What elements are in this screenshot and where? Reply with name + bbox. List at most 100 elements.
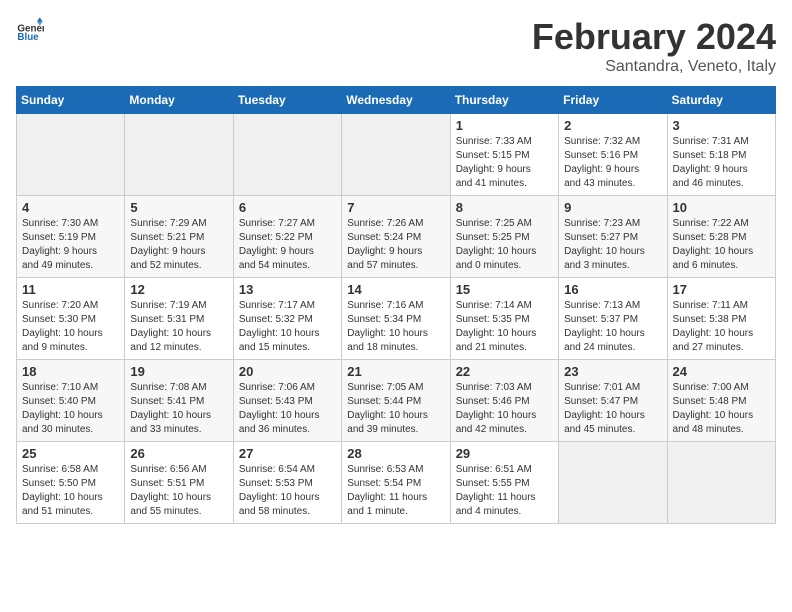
day-number: 4 <box>22 200 119 215</box>
day-number: 14 <box>347 282 444 297</box>
main-title: February 2024 <box>532 16 776 58</box>
calendar-day-cell: 1 Sunrise: 7:33 AM Sunset: 5:15 PM Daylig… <box>450 114 558 196</box>
day-info: Sunrise: 7:16 AM Sunset: 5:34 PM Dayligh… <box>347 299 444 355</box>
header: General Blue February 2024 Santandra, Ve… <box>16 16 776 76</box>
day-number: 22 <box>456 364 553 379</box>
calendar-day-cell: 3 Sunrise: 7:31 AM Sunset: 5:18 PM Daylig… <box>667 114 775 196</box>
day-number: 26 <box>130 446 227 461</box>
calendar-day-cell: 29 Sunrise: 6:51 AM Sunset: 5:55 PM Dayli… <box>450 442 558 524</box>
day-number: 23 <box>564 364 661 379</box>
calendar-day-cell <box>342 114 450 196</box>
calendar-day-cell: 7 Sunrise: 7:26 AM Sunset: 5:24 PM Daylig… <box>342 196 450 278</box>
calendar-day-cell: 12 Sunrise: 7:19 AM Sunset: 5:31 PM Dayli… <box>125 278 233 360</box>
day-number: 19 <box>130 364 227 379</box>
day-info: Sunrise: 7:30 AM Sunset: 5:19 PM Dayligh… <box>22 217 119 273</box>
day-info: Sunrise: 7:00 AM Sunset: 5:48 PM Dayligh… <box>673 381 770 437</box>
calendar-day-cell: 9 Sunrise: 7:23 AM Sunset: 5:27 PM Daylig… <box>559 196 667 278</box>
day-number: 6 <box>239 200 336 215</box>
day-info: Sunrise: 7:05 AM Sunset: 5:44 PM Dayligh… <box>347 381 444 437</box>
calendar-day-cell: 5Sunrise: 7:29 AM Sunset: 5:21 PM Daylig… <box>125 196 233 278</box>
day-info: Sunrise: 7:03 AM Sunset: 5:46 PM Dayligh… <box>456 381 553 437</box>
calendar-day-cell <box>17 114 125 196</box>
logo-icon: General Blue <box>16 16 44 44</box>
day-info: Sunrise: 7:22 AM Sunset: 5:28 PM Dayligh… <box>673 217 770 273</box>
title-area: February 2024 Santandra, Veneto, Italy <box>532 16 776 76</box>
calendar-day-cell: 24 Sunrise: 7:00 AM Sunset: 5:48 PM Dayli… <box>667 360 775 442</box>
calendar-day-cell <box>125 114 233 196</box>
logo: General Blue <box>16 16 44 44</box>
day-number: 27 <box>239 446 336 461</box>
calendar-header-cell: Friday <box>559 87 667 114</box>
day-number: 24 <box>673 364 770 379</box>
calendar-header-row: SundayMondayTuesdayWednesdayThursdayFrid… <box>17 87 776 114</box>
day-info: Sunrise: 7:11 AM Sunset: 5:38 PM Dayligh… <box>673 299 770 355</box>
day-info: Sunrise: 7:14 AM Sunset: 5:35 PM Dayligh… <box>456 299 553 355</box>
day-info: Sunrise: 7:19 AM Sunset: 5:31 PM Dayligh… <box>130 299 227 355</box>
day-number: 15 <box>456 282 553 297</box>
calendar-day-cell <box>559 442 667 524</box>
day-info: Sunrise: 7:27 AM Sunset: 5:22 PM Dayligh… <box>239 217 336 273</box>
day-number: 11 <box>22 282 119 297</box>
day-number: 9 <box>564 200 661 215</box>
calendar-table: SundayMondayTuesdayWednesdayThursdayFrid… <box>16 86 776 524</box>
day-info: Sunrise: 7:25 AM Sunset: 5:25 PM Dayligh… <box>456 217 553 273</box>
calendar-day-cell: 23 Sunrise: 7:01 AM Sunset: 5:47 PM Dayli… <box>559 360 667 442</box>
calendar-week-row: 4 Sunrise: 7:30 AM Sunset: 5:19 PM Daylig… <box>17 196 776 278</box>
calendar-body: 1 Sunrise: 7:33 AM Sunset: 5:15 PM Daylig… <box>17 114 776 524</box>
calendar-day-cell: 18Sunrise: 7:10 AM Sunset: 5:40 PM Dayli… <box>17 360 125 442</box>
calendar-day-cell: 10 Sunrise: 7:22 AM Sunset: 5:28 PM Dayli… <box>667 196 775 278</box>
day-number: 2 <box>564 118 661 133</box>
subtitle: Santandra, Veneto, Italy <box>532 58 776 76</box>
day-info: Sunrise: 7:17 AM Sunset: 5:32 PM Dayligh… <box>239 299 336 355</box>
day-info: Sunrise: 7:08 AM Sunset: 5:41 PM Dayligh… <box>130 381 227 437</box>
day-info: Sunrise: 7:20 AM Sunset: 5:30 PM Dayligh… <box>22 299 119 355</box>
day-number: 8 <box>456 200 553 215</box>
day-number: 12 <box>130 282 227 297</box>
day-number: 3 <box>673 118 770 133</box>
calendar-day-cell: 25 Sunrise: 6:58 AM Sunset: 5:50 PM Dayli… <box>17 442 125 524</box>
calendar-header-cell: Saturday <box>667 87 775 114</box>
calendar-day-cell: 17Sunrise: 7:11 AM Sunset: 5:38 PM Dayli… <box>667 278 775 360</box>
calendar-day-cell: 21 Sunrise: 7:05 AM Sunset: 5:44 PM Dayli… <box>342 360 450 442</box>
day-number: 7 <box>347 200 444 215</box>
day-info: Sunrise: 6:58 AM Sunset: 5:50 PM Dayligh… <box>22 463 119 519</box>
calendar-day-cell: 15 Sunrise: 7:14 AM Sunset: 5:35 PM Dayli… <box>450 278 558 360</box>
calendar-day-cell: 4 Sunrise: 7:30 AM Sunset: 5:19 PM Daylig… <box>17 196 125 278</box>
day-number: 1 <box>456 118 553 133</box>
calendar-day-cell: 26Sunrise: 6:56 AM Sunset: 5:51 PM Dayli… <box>125 442 233 524</box>
calendar-day-cell: 22 Sunrise: 7:03 AM Sunset: 5:46 PM Dayli… <box>450 360 558 442</box>
day-number: 10 <box>673 200 770 215</box>
calendar-header-cell: Sunday <box>17 87 125 114</box>
calendar-header-cell: Monday <box>125 87 233 114</box>
day-number: 29 <box>456 446 553 461</box>
day-info: Sunrise: 7:31 AM Sunset: 5:18 PM Dayligh… <box>673 135 770 191</box>
calendar-day-cell: 14 Sunrise: 7:16 AM Sunset: 5:34 PM Dayli… <box>342 278 450 360</box>
calendar-day-cell <box>233 114 341 196</box>
calendar-week-row: 25 Sunrise: 6:58 AM Sunset: 5:50 PM Dayli… <box>17 442 776 524</box>
day-number: 5 <box>130 200 227 215</box>
calendar-header-cell: Wednesday <box>342 87 450 114</box>
calendar-day-cell: 6 Sunrise: 7:27 AM Sunset: 5:22 PM Daylig… <box>233 196 341 278</box>
day-info: Sunrise: 7:23 AM Sunset: 5:27 PM Dayligh… <box>564 217 661 273</box>
day-info: Sunrise: 7:10 AM Sunset: 5:40 PM Dayligh… <box>22 381 119 437</box>
day-info: Sunrise: 6:51 AM Sunset: 5:55 PM Dayligh… <box>456 463 553 519</box>
calendar-day-cell: 11 Sunrise: 7:20 AM Sunset: 5:30 PM Dayli… <box>17 278 125 360</box>
calendar-day-cell <box>667 442 775 524</box>
day-number: 13 <box>239 282 336 297</box>
calendar-day-cell: 2 Sunrise: 7:32 AM Sunset: 5:16 PM Daylig… <box>559 114 667 196</box>
calendar-day-cell: 27Sunrise: 6:54 AM Sunset: 5:53 PM Dayli… <box>233 442 341 524</box>
day-info: Sunrise: 7:33 AM Sunset: 5:15 PM Dayligh… <box>456 135 553 191</box>
day-info: Sunrise: 7:01 AM Sunset: 5:47 PM Dayligh… <box>564 381 661 437</box>
day-number: 25 <box>22 446 119 461</box>
calendar-day-cell: 28Sunrise: 6:53 AM Sunset: 5:54 PM Dayli… <box>342 442 450 524</box>
calendar-day-cell: 20 Sunrise: 7:06 AM Sunset: 5:43 PM Dayli… <box>233 360 341 442</box>
day-info: Sunrise: 7:13 AM Sunset: 5:37 PM Dayligh… <box>564 299 661 355</box>
day-number: 21 <box>347 364 444 379</box>
day-number: 20 <box>239 364 336 379</box>
day-info: Sunrise: 7:32 AM Sunset: 5:16 PM Dayligh… <box>564 135 661 191</box>
day-info: Sunrise: 6:53 AM Sunset: 5:54 PM Dayligh… <box>347 463 444 519</box>
calendar-day-cell: 19 Sunrise: 7:08 AM Sunset: 5:41 PM Dayli… <box>125 360 233 442</box>
day-info: Sunrise: 7:26 AM Sunset: 5:24 PM Dayligh… <box>347 217 444 273</box>
day-info: Sunrise: 7:06 AM Sunset: 5:43 PM Dayligh… <box>239 381 336 437</box>
calendar-week-row: 11 Sunrise: 7:20 AM Sunset: 5:30 PM Dayli… <box>17 278 776 360</box>
